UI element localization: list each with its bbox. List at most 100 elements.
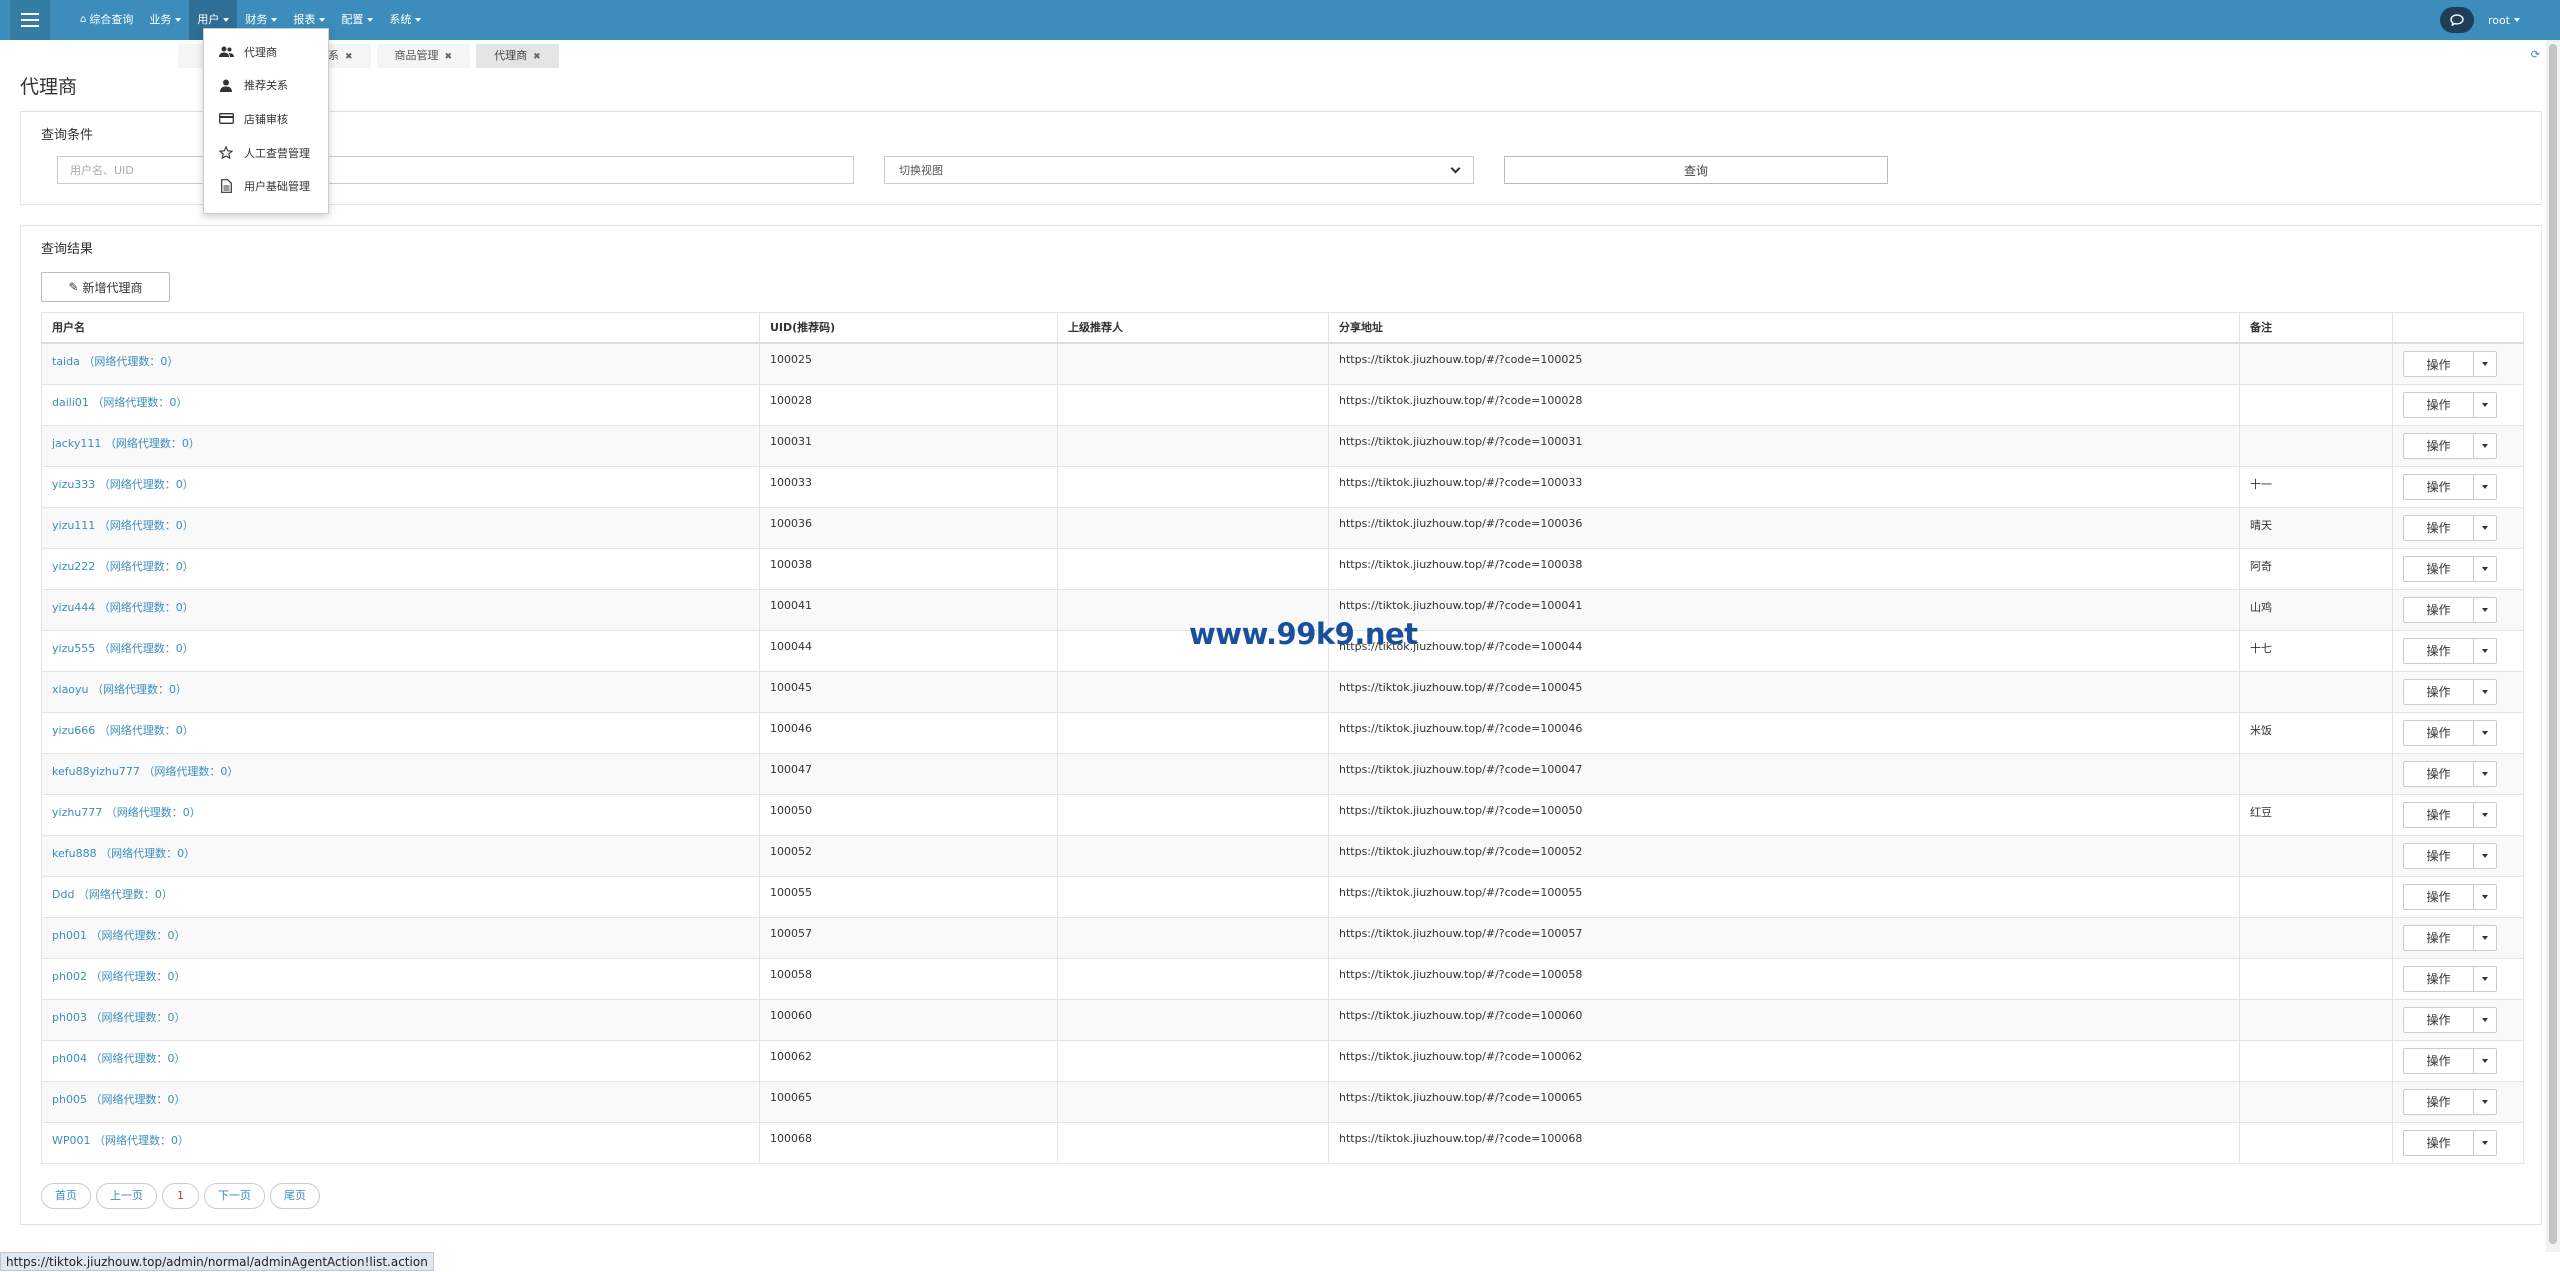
op-dropdown-toggle[interactable] [2473,801,2497,828]
agent-name-link[interactable]: taida （网络代理数：0） [41,342,760,385]
close-icon[interactable]: ✖ [445,52,453,62]
op-button[interactable]: 操作 [2403,1006,2473,1033]
table-row: yizu666 （网络代理数：0） 100046 https://tiktok.ji… [41,711,2524,754]
column-header: 用户名 [41,312,760,344]
op-button[interactable]: 操作 [2403,514,2473,541]
scrollbar-thumb[interactable] [2549,44,2557,1244]
agent-name-link[interactable]: yizu444 （网络代理数：0） [41,588,760,631]
op-button[interactable]: 操作 [2403,842,2473,869]
op-button[interactable]: 操作 [2403,760,2473,787]
op-button[interactable]: 操作 [2403,1088,2473,1115]
agent-name-link[interactable]: ph005 （网络代理数：0） [41,1080,760,1123]
op-button[interactable]: 操作 [2403,391,2473,418]
caret-down-icon [2482,402,2488,407]
uid-cell: 100045 [759,670,1058,713]
dropdown-item[interactable]: 代理商 [204,35,328,69]
ops-cell: 操作 [2392,342,2524,385]
last-page-button[interactable]: 尾页 [270,1183,320,1209]
first-page-button[interactable]: 首页 [41,1183,91,1209]
refresh-icon[interactable]: ⟳ [2531,48,2540,61]
agent-name-link[interactable]: kefu88yizhu777 （网络代理数：0） [41,752,760,795]
op-dropdown-toggle[interactable] [2473,1006,2497,1033]
agent-name-link[interactable]: kefu888 （网络代理数：0） [41,834,760,877]
page-scrollbar[interactable] [2546,40,2560,1252]
op-dropdown-toggle[interactable] [2473,924,2497,951]
op-dropdown-toggle[interactable] [2473,883,2497,910]
op-dropdown-toggle[interactable] [2473,760,2497,787]
op-button[interactable]: 操作 [2403,678,2473,705]
op-dropdown-toggle[interactable] [2473,596,2497,623]
ops-cell: 操作 [2392,1039,2524,1082]
query-button[interactable]: 查询 [1504,156,1888,184]
next-page-button[interactable]: 下一页 [204,1183,265,1209]
op-button[interactable]: 操作 [2403,596,2473,623]
user-menu[interactable]: root [2488,14,2520,27]
agent-name-link[interactable]: ph004 （网络代理数：0） [41,1039,760,1082]
op-dropdown-toggle[interactable] [2473,1088,2497,1115]
op-button[interactable]: 操作 [2403,801,2473,828]
agent-name-link[interactable]: jacky111 （网络代理数：0） [41,424,760,467]
dropdown-item[interactable]: 用户基础管理 [204,169,328,203]
close-icon[interactable]: ✖ [345,52,353,62]
op-button-group: 操作 [2403,473,2513,500]
op-button[interactable]: 操作 [2403,637,2473,664]
op-button[interactable]: 操作 [2403,883,2473,910]
op-dropdown-toggle[interactable] [2473,432,2497,459]
nav-menu-item[interactable]: 配置 [333,0,381,40]
op-button[interactable]: 操作 [2403,473,2473,500]
op-button[interactable]: 操作 [2403,719,2473,746]
current-page[interactable]: 1 [162,1183,199,1209]
op-button[interactable]: 操作 [2403,1047,2473,1074]
nav-menu-item[interactable]: ⌂ 综合查询 [72,0,141,40]
agent-name-link[interactable]: ph002 （网络代理数：0） [41,957,760,1000]
sidebar-toggle-button[interactable] [10,0,50,40]
op-dropdown-toggle[interactable] [2473,719,2497,746]
op-dropdown-toggle[interactable] [2473,1129,2497,1156]
op-button[interactable]: 操作 [2403,555,2473,582]
page-tab[interactable]: 代理商 ✖ [476,44,559,68]
agent-name-link[interactable]: xiaoyu （网络代理数：0） [41,670,760,713]
agent-name-link[interactable]: Ddd （网络代理数：0） [41,875,760,918]
dropdown-item[interactable]: 推荐关系 [204,69,328,103]
op-dropdown-toggle[interactable] [2473,1047,2497,1074]
op-button[interactable]: 操作 [2403,924,2473,951]
view-select[interactable]: 切换视图 [884,156,1474,184]
op-dropdown-toggle[interactable] [2473,514,2497,541]
agent-name-link[interactable]: ph003 （网络代理数：0） [41,998,760,1041]
agent-name-link[interactable]: yizu555 （网络代理数：0） [41,629,760,672]
op-dropdown-toggle[interactable] [2473,351,2497,377]
close-icon[interactable]: ✖ [533,52,541,62]
agent-name-link[interactable]: ph001 （网络代理数：0） [41,916,760,959]
op-button-group: 操作 [2403,1088,2513,1115]
dropdown-item[interactable]: 人工查营管理 [204,136,328,170]
op-dropdown-toggle[interactable] [2473,637,2497,664]
caret-down-icon [2482,1099,2488,1104]
agent-name-link[interactable]: daili01 （网络代理数：0） [41,383,760,426]
op-dropdown-toggle[interactable] [2473,555,2497,582]
page-tab[interactable]: 商品管理 ✖ [376,44,471,68]
op-dropdown-toggle[interactable] [2473,678,2497,705]
prev-page-button[interactable]: 上一页 [96,1183,157,1209]
agent-name-link[interactable]: yizu222 （网络代理数：0） [41,547,760,590]
op-dropdown-toggle[interactable] [2473,391,2497,418]
op-dropdown-toggle[interactable] [2473,965,2497,992]
nav-menu-item[interactable]: 系统 [381,0,429,40]
op-button[interactable]: 操作 [2403,1129,2473,1156]
nav-menu-item[interactable]: 业务 [141,0,189,40]
dropdown-item[interactable]: 店铺审核 [204,102,328,136]
agent-name-link[interactable]: yizu666 （网络代理数：0） [41,711,760,754]
chat-icon[interactable] [2439,7,2474,33]
search-input[interactable] [57,156,854,184]
op-dropdown-toggle[interactable] [2473,842,2497,869]
op-button[interactable]: 操作 [2403,432,2473,459]
table-row: yizhu777 （网络代理数：0） 100050 https://tiktok.j… [41,793,2524,836]
agent-name-link[interactable]: yizhu777 （网络代理数：0） [41,793,760,836]
add-agent-button[interactable]: ✎ 新增代理商 [41,272,170,302]
agent-name-link[interactable]: WP001 （网络代理数：0） [41,1121,760,1164]
op-dropdown-toggle[interactable] [2473,473,2497,500]
op-button[interactable]: 操作 [2403,965,2473,992]
caret-down-icon [2482,1058,2488,1063]
op-button[interactable]: 操作 [2403,351,2473,377]
agent-name-link[interactable]: yizu333 （网络代理数：0） [41,465,760,508]
agent-name-link[interactable]: yizu111 （网络代理数：0） [41,506,760,549]
